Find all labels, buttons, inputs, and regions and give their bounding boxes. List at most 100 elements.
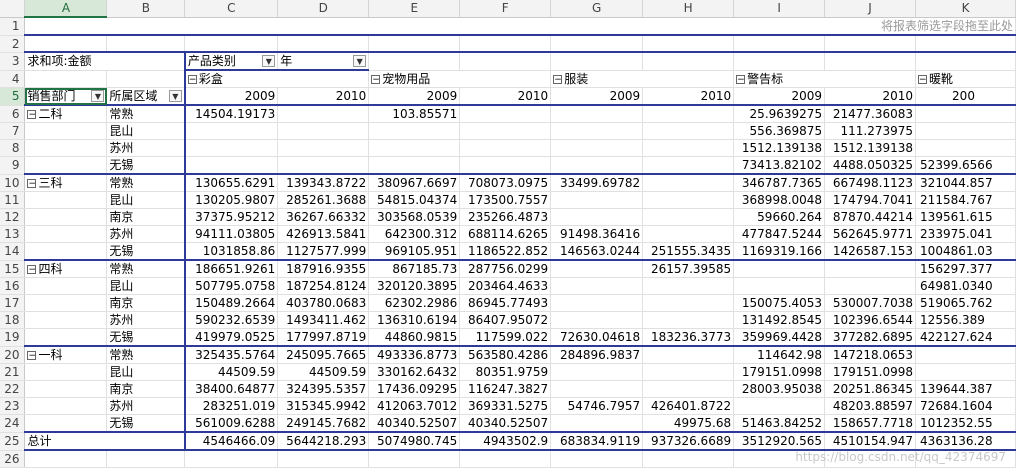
value-cell[interactable]: 72684.1604 [915,397,1016,415]
value-cell[interactable]: 150489.2664 [184,294,279,312]
region-cell[interactable]: 南京 [106,208,186,226]
value-cell[interactable] [642,139,735,157]
value-cell[interactable]: 969105.951 [368,242,461,261]
dept-cell[interactable]: − 一科 [24,345,108,364]
cell[interactable] [733,51,826,71]
value-cell[interactable]: 139644.387 [915,380,1016,398]
cell[interactable] [106,70,186,88]
column-header-i[interactable]: I [733,0,826,18]
collapse-icon[interactable]: − [27,265,37,275]
value-cell[interactable] [824,277,917,295]
cell[interactable] [642,450,735,468]
cell[interactable] [277,34,370,53]
value-cell[interactable]: 4488.050325 [824,156,917,175]
value-cell[interactable]: 249145.7682 [277,414,370,433]
value-cell[interactable]: 493336.8773 [368,345,461,364]
value-cell[interactable]: 667498.1123 [824,173,917,192]
cell[interactable] [184,450,279,468]
value-cell[interactable] [642,104,735,123]
row-header[interactable]: 6 [0,105,26,123]
value-cell[interactable] [550,311,644,329]
value-cell[interactable]: 114642.98 [733,345,826,364]
value-cell[interactable] [550,363,644,381]
cell[interactable] [824,51,917,71]
row-field-sales-dept[interactable]: 销售部门 ▼ [24,87,108,106]
value-cell[interactable]: 284896.9837 [550,345,644,364]
select-all-corner[interactable] [0,0,26,18]
dept-cell[interactable] [24,294,108,312]
value-cell[interactable] [277,122,370,140]
value-cell[interactable]: 235266.4873 [459,208,552,226]
value-cell[interactable]: 73413.82102 [733,156,826,175]
value-cell[interactable]: 28003.95038 [733,380,826,398]
row-header[interactable]: 9 [0,156,26,175]
cell[interactable] [915,51,1016,71]
value-cell[interactable]: 368998.0048 [733,191,826,209]
collapse-icon[interactable]: − [553,74,563,84]
year-header[interactable]: 2009 [550,87,644,106]
value-cell[interactable] [277,104,370,123]
value-cell[interactable]: 708073.0975 [459,173,552,192]
value-cell[interactable] [550,294,644,312]
value-cell[interactable] [459,122,552,140]
value-cell[interactable]: 563580.4286 [459,345,552,364]
value-cell[interactable]: 87870.44214 [824,208,917,226]
value-cell[interactable]: 40340.52507 [459,414,552,433]
value-cell[interactable] [550,104,644,123]
value-cell[interactable] [368,122,461,140]
value-cell[interactable]: 158657.7718 [824,414,917,433]
row-header[interactable]: 21 [0,363,26,381]
value-cell[interactable]: 64981.0340 [915,277,1016,295]
value-cell[interactable] [459,139,552,157]
value-cell[interactable]: 380967.6697 [368,173,461,192]
region-cell[interactable]: 南京 [106,380,186,398]
value-cell[interactable]: 519065.762 [915,294,1016,312]
row-header[interactable]: 16 [0,277,26,295]
dept-cell[interactable] [24,208,108,226]
dept-cell[interactable] [24,122,108,140]
dept-cell[interactable] [24,156,108,175]
region-cell[interactable]: 昆山 [106,363,186,381]
value-cell[interactable]: 40340.52507 [368,414,461,433]
cell[interactable] [24,450,108,468]
value-cell[interactable] [733,277,826,295]
region-cell[interactable]: 常熟 [106,104,186,123]
category-header-2[interactable]: − 宠物用品 [368,70,552,88]
value-cell[interactable]: 287756.0299 [459,259,552,278]
value-cell[interactable]: 12556.389 [915,311,1016,329]
dept-cell[interactable]: − 四科 [24,259,108,278]
value-cell[interactable] [642,173,735,192]
value-cell[interactable]: 187254.8124 [277,277,370,295]
value-cell[interactable]: 369331.5275 [459,397,552,415]
region-cell[interactable]: 常熟 [106,173,186,192]
dept-cell[interactable]: − 二科 [24,104,108,123]
value-cell[interactable]: 14504.19173 [184,104,279,123]
row-header[interactable]: 22 [0,380,26,398]
value-cell[interactable]: 561009.6288 [184,414,279,433]
value-cell[interactable] [642,294,735,312]
column-header-g[interactable]: G [550,0,644,18]
row-header[interactable]: 12 [0,208,26,226]
year-header[interactable]: 2009 [184,87,279,106]
cell[interactable] [550,450,644,468]
region-cell[interactable]: 苏州 [106,311,186,329]
value-cell[interactable] [184,156,279,175]
row-header[interactable]: 4 [0,70,26,88]
row-header[interactable]: 24 [0,414,26,433]
report-filter-drop-zone[interactable]: 将报表筛选字段拖至此处 [24,17,1016,36]
value-cell[interactable] [184,122,279,140]
dept-cell[interactable] [24,139,108,157]
row-header[interactable]: 10 [0,174,26,192]
row-header[interactable]: 15 [0,260,26,278]
value-cell[interactable]: 17436.09295 [368,380,461,398]
region-cell[interactable]: 苏州 [106,225,186,243]
value-cell[interactable]: 1426587.153 [824,242,917,261]
row-header[interactable]: 20 [0,346,26,364]
value-cell[interactable]: 59660.264 [733,208,826,226]
value-cell[interactable] [915,345,1016,364]
dept-cell[interactable] [24,414,108,433]
category-header-4[interactable]: − 警告标 [733,70,917,88]
cell[interactable] [550,34,644,53]
value-cell[interactable] [642,208,735,226]
region-cell[interactable]: 无锡 [106,156,186,175]
